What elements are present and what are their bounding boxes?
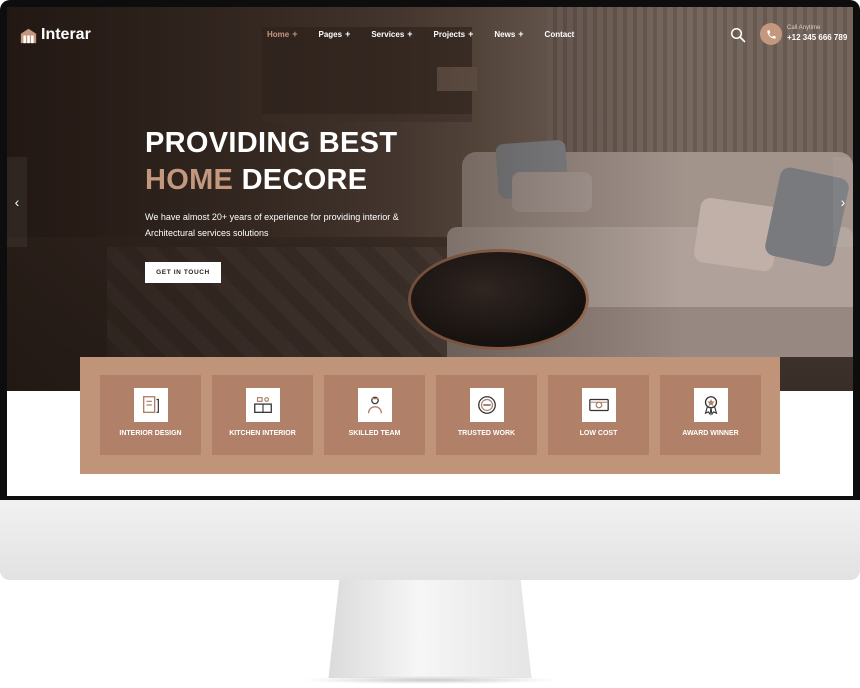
nav-label: Projects: [433, 29, 466, 39]
interior-design-icon: [133, 388, 168, 422]
hero-description: We have almost 20+ years of experience f…: [145, 212, 399, 238]
call-button[interactable]: [760, 23, 782, 45]
feature-interior-design[interactable]: INTERIOR DESIGN: [100, 375, 201, 455]
money-icon: [581, 388, 616, 422]
chevron-left-icon: ‹: [14, 194, 20, 210]
kitchen-icon: [245, 388, 280, 422]
nav-item-projects[interactable]: Projects +: [434, 29, 474, 39]
hero-banner: [7, 7, 853, 391]
main-navigation: Home + Pages + Services + Projects + New…: [267, 29, 574, 39]
nav-label: Contact: [544, 29, 575, 39]
nav-item-contact[interactable]: Contact: [545, 29, 575, 39]
chevron-right-icon: ›: [840, 194, 846, 210]
hero-title-line2: HOME DECORE: [145, 162, 397, 199]
monitor-bezel: Interar Home + Pages + Services + Projec…: [0, 0, 860, 500]
call-label: Call Anytime: [787, 25, 821, 31]
plus-icon: +: [468, 29, 474, 39]
nav-item-services[interactable]: Services +: [371, 29, 412, 39]
monitor-frame: Interar Home + Pages + Services + Projec…: [0, 0, 860, 580]
feature-label: SKILLED TEAM: [348, 430, 401, 437]
nav-label: Pages: [318, 29, 343, 39]
nav-item-home[interactable]: Home +: [267, 29, 298, 39]
monitor-stand: [328, 580, 532, 678]
nav-label: News: [494, 29, 516, 39]
nav-label: Home: [267, 29, 290, 39]
logo-text: Interar: [41, 26, 91, 43]
site-logo[interactable]: Interar: [20, 26, 91, 44]
badge-icon: [469, 388, 504, 422]
phone-icon: [766, 29, 776, 39]
hero-overlay: [7, 7, 853, 391]
nav-label: Services: [371, 29, 405, 39]
hero-title-accent: HOME: [145, 164, 234, 196]
search-icon[interactable]: [730, 27, 746, 43]
call-number[interactable]: +12 345 666 789: [787, 34, 847, 42]
feature-kitchen-interior[interactable]: KITCHEN INTERIOR: [212, 375, 313, 455]
feature-label: KITCHEN INTERIOR: [229, 430, 296, 437]
house-icon: [20, 28, 37, 43]
monitor-chin: [0, 500, 860, 580]
hero-title-rest: DECORE: [241, 164, 368, 196]
plus-icon: +: [292, 29, 298, 39]
plus-icon: +: [345, 29, 351, 39]
website-screen: Interar Home + Pages + Services + Projec…: [7, 7, 853, 496]
call-info: Call Anytime +12 345 666 789: [787, 25, 847, 42]
slider-next-button[interactable]: ›: [833, 157, 853, 247]
stand-shadow: [300, 676, 560, 684]
feature-label: AWARD WINNER: [682, 430, 739, 437]
plus-icon: +: [518, 29, 524, 39]
feature-low-cost[interactable]: LOW COST: [548, 375, 649, 455]
features-band: INTERIOR DESIGN KITCHEN INTERIOR SKILLED…: [80, 357, 780, 474]
plus-icon: +: [407, 29, 413, 39]
award-icon: [693, 388, 728, 422]
feature-label: LOW COST: [579, 430, 618, 437]
feature-award-winner[interactable]: AWARD WINNER: [660, 375, 761, 455]
nav-item-news[interactable]: News +: [494, 29, 523, 39]
slider-prev-button[interactable]: ‹: [7, 157, 27, 247]
nav-item-pages[interactable]: Pages +: [319, 29, 351, 39]
feature-label: TRUSTED WORK: [457, 430, 516, 437]
feature-label: INTERIOR DESIGN: [119, 430, 182, 437]
feature-trusted-work[interactable]: TRUSTED WORK: [436, 375, 537, 455]
hero-title-line1: PROVIDING BEST: [145, 127, 398, 159]
feature-skilled-team[interactable]: SKILLED TEAM: [324, 375, 425, 455]
hero-title: PROVIDING BEST HOME DECORE: [145, 125, 397, 199]
get-in-touch-button[interactable]: GET IN TOUCH: [145, 262, 221, 283]
team-icon: [357, 388, 392, 422]
